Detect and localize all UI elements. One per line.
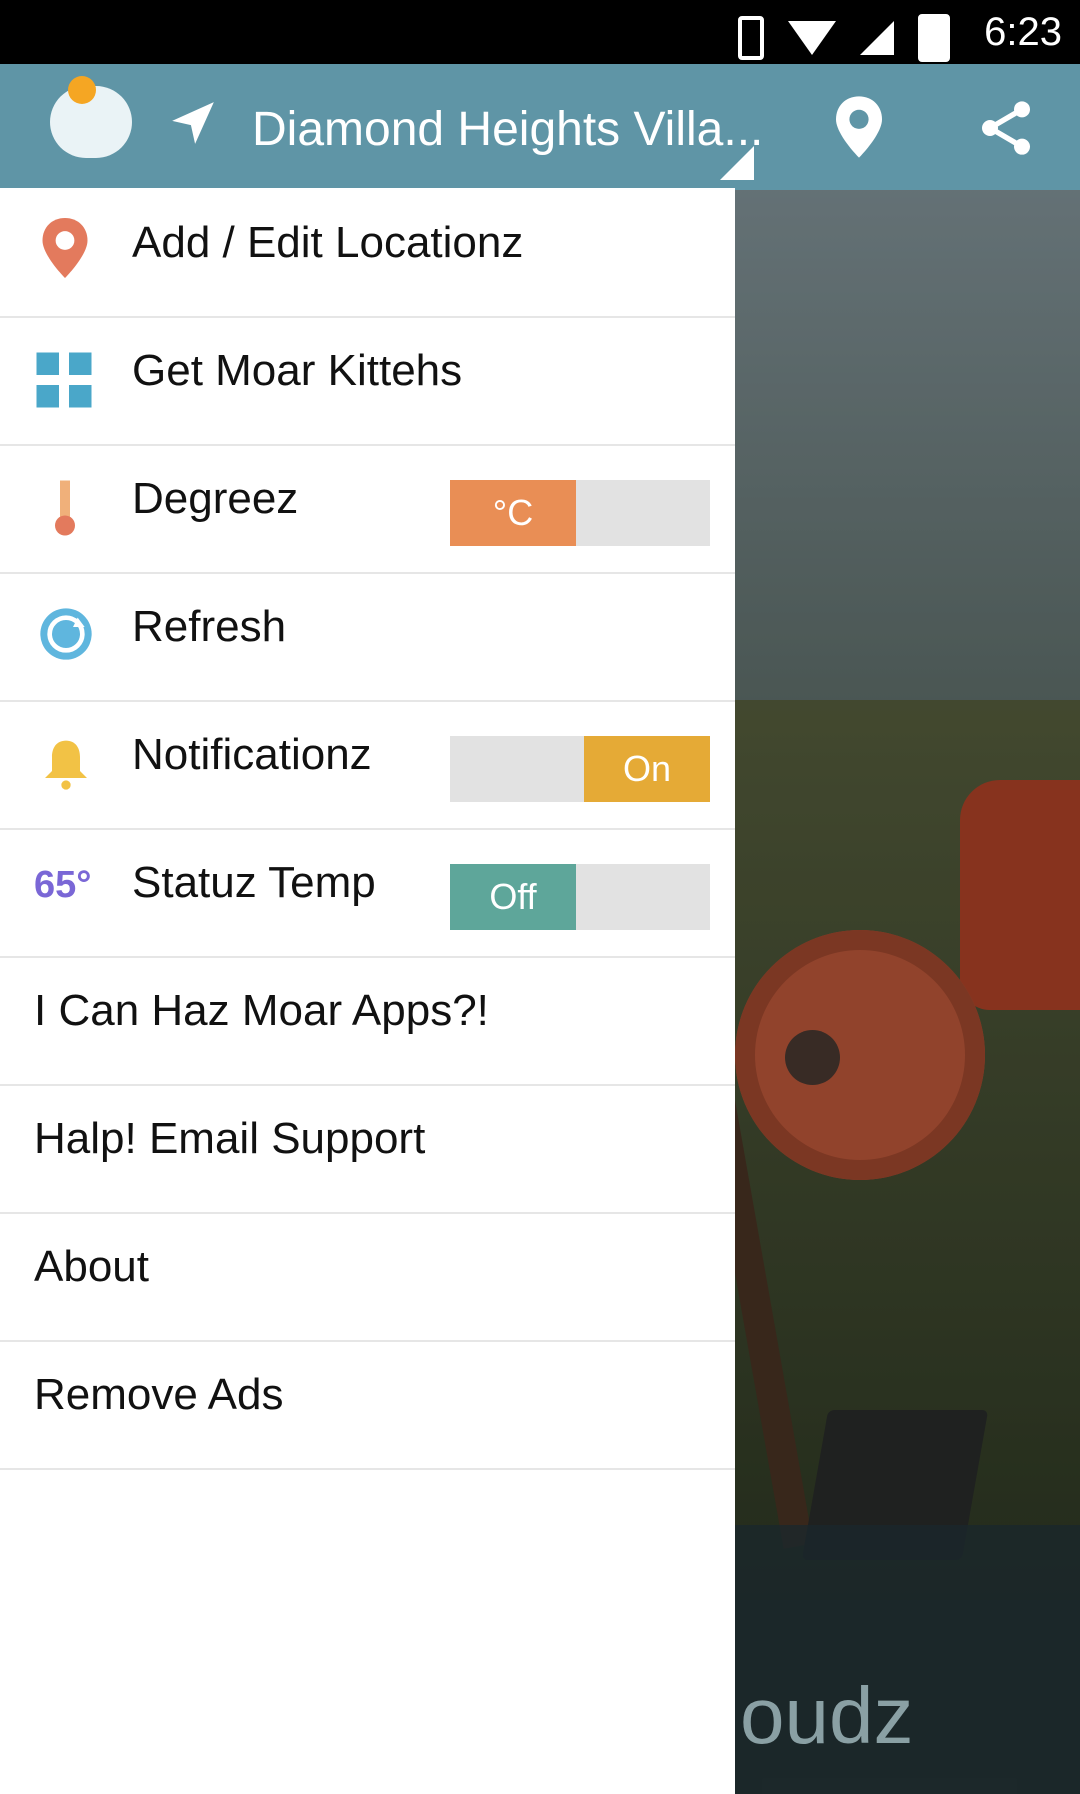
- drawer-item-label: About: [34, 1242, 149, 1291]
- drawer-item-label: Notificationz: [132, 730, 372, 779]
- status-time: 6:23: [984, 10, 1062, 54]
- refresh-icon: [40, 608, 92, 660]
- drawer-item-add-edit-locations[interactable]: Add / Edit Locationz: [0, 188, 735, 318]
- navigation-arrow-icon[interactable]: [168, 98, 218, 148]
- drawer-item-label: Remove Ads: [34, 1370, 284, 1419]
- drawer-item-notifications[interactable]: Notificationz On: [0, 700, 735, 830]
- bell-icon: [45, 740, 87, 790]
- drawer-item-label: Statuz Temp: [132, 858, 376, 907]
- drawer-item-label: Refresh: [132, 602, 287, 651]
- location-title[interactable]: Diamond Heights Villa...: [252, 102, 763, 157]
- share-icon[interactable]: [974, 96, 1038, 160]
- drawer-item-degrees[interactable]: Degreez °C: [0, 444, 735, 574]
- temperature-badge-icon: 65°: [34, 864, 92, 906]
- status-bar: 6:23: [0, 0, 1080, 64]
- drawer-item-remove-ads[interactable]: Remove Ads: [0, 1340, 735, 1470]
- bluetooth-icon: [738, 16, 764, 60]
- drawer-item-label: Degreez: [132, 474, 299, 523]
- status-temp-toggle[interactable]: Off: [450, 864, 710, 930]
- drawer-item-label: Add / Edit Locationz: [132, 218, 524, 267]
- location-dropdown-caret[interactable]: [720, 146, 754, 180]
- background-brand-text: oudz: [740, 1671, 914, 1760]
- drawer-item-get-more-kittens[interactable]: Get Moar Kittehs: [0, 316, 735, 446]
- drawer-item-label: Get Moar Kittehs: [132, 346, 463, 395]
- weather-thunderstorm-icon[interactable]: [50, 76, 132, 158]
- drawer-item-label: I Can Haz Moar Apps?!: [34, 986, 489, 1035]
- cellular-signal-off-icon: [860, 21, 894, 55]
- degrees-unit-toggle[interactable]: °C: [450, 480, 710, 546]
- battery-charging-icon: [918, 14, 950, 62]
- notifications-toggle[interactable]: On: [450, 736, 710, 802]
- map-pin-icon[interactable]: [836, 96, 882, 158]
- drawer-item-status-temp[interactable]: 65° Statuz Temp Off: [0, 828, 735, 958]
- navigation-drawer: Add / Edit Locationz Get Moar Kittehs De…: [0, 188, 735, 1794]
- drawer-item-refresh[interactable]: Refresh: [0, 572, 735, 702]
- drawer-item-about[interactable]: About: [0, 1212, 735, 1342]
- degrees-toggle-thumb[interactable]: °C: [450, 480, 576, 546]
- status-temp-toggle-thumb[interactable]: Off: [450, 864, 576, 930]
- wifi-icon: [788, 21, 836, 55]
- thermometer-icon: [55, 480, 75, 536]
- map-pin-icon: [42, 218, 88, 278]
- drawer-item-email-support[interactable]: Halp! Email Support: [0, 1084, 735, 1214]
- plus-icon: [36, 352, 92, 408]
- drawer-item-more-apps[interactable]: I Can Haz Moar Apps?!: [0, 956, 735, 1086]
- drawer-item-label: Halp! Email Support: [34, 1114, 426, 1163]
- notifications-toggle-thumb[interactable]: On: [584, 736, 710, 802]
